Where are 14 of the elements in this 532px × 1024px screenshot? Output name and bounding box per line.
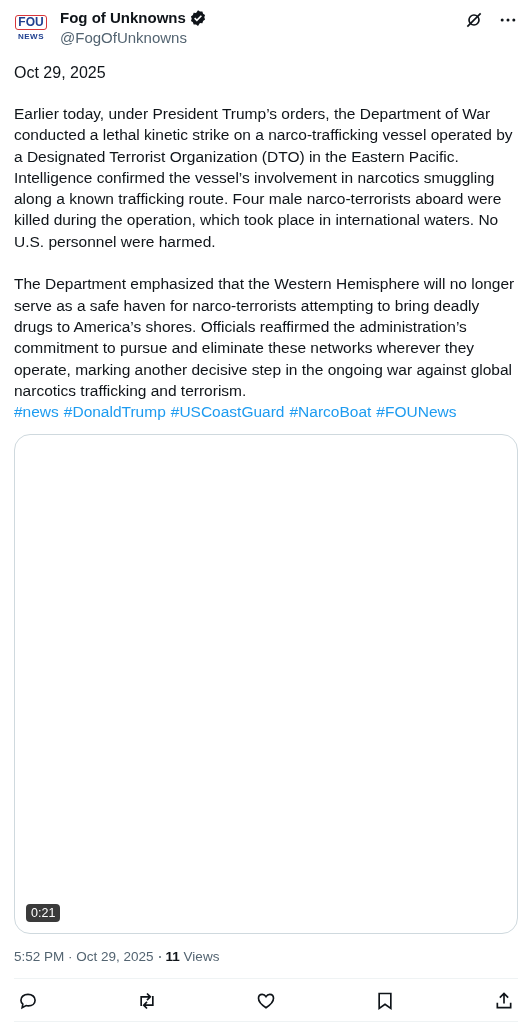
- view-count: 11 Views: [165, 949, 220, 965]
- author-handle[interactable]: @FogOfUnknowns: [60, 28, 452, 48]
- repost-icon[interactable]: [137, 991, 157, 1012]
- bookmark-icon[interactable]: [375, 991, 395, 1012]
- post-timestamp[interactable]: 5:52 PM · Oct 29, 2025: [14, 949, 154, 965]
- post-date: Oct 29, 2025: [14, 63, 107, 83]
- reply-icon[interactable]: [18, 991, 38, 1012]
- news-logo[interactable]: FOU NEWS: [14, 8, 48, 48]
- share-icon[interactable]: [494, 991, 514, 1012]
- post-paragraph: The Department emphasized that the Western Hemisphere will no longer serve as a safe haven for narco-terrorists attempting to bring deadly drugs to America’s shores. Officials reaffirmed the administration’s commitment to pursue and eliminate these networks wherever they operate, marking another decisive step in the ongoing war against global narcotics trafficking and terrorism.: [14, 274, 516, 401]
- post-paragraph: Earlier today, under President Trump’s orders, the Department of War conducted a lethal kinetic strike on a narco-trafficking vessel operated by a Designated Terrorist Organization (DTO) in the Eastern Pacific. Intelligence confirmed the vessel’s involvement in narcotics smuggling along a known trafficking route. Four male narco-terrorists aboard were killed during the operation, which took place in international waters. No U.S. personnel were harmed.: [14, 104, 514, 252]
- video-frame[interactable]: 0:21: [14, 434, 518, 935]
- video-duration: 0:21: [26, 904, 61, 923]
- author-name[interactable]: Fog of Unknowns: [60, 8, 186, 28]
